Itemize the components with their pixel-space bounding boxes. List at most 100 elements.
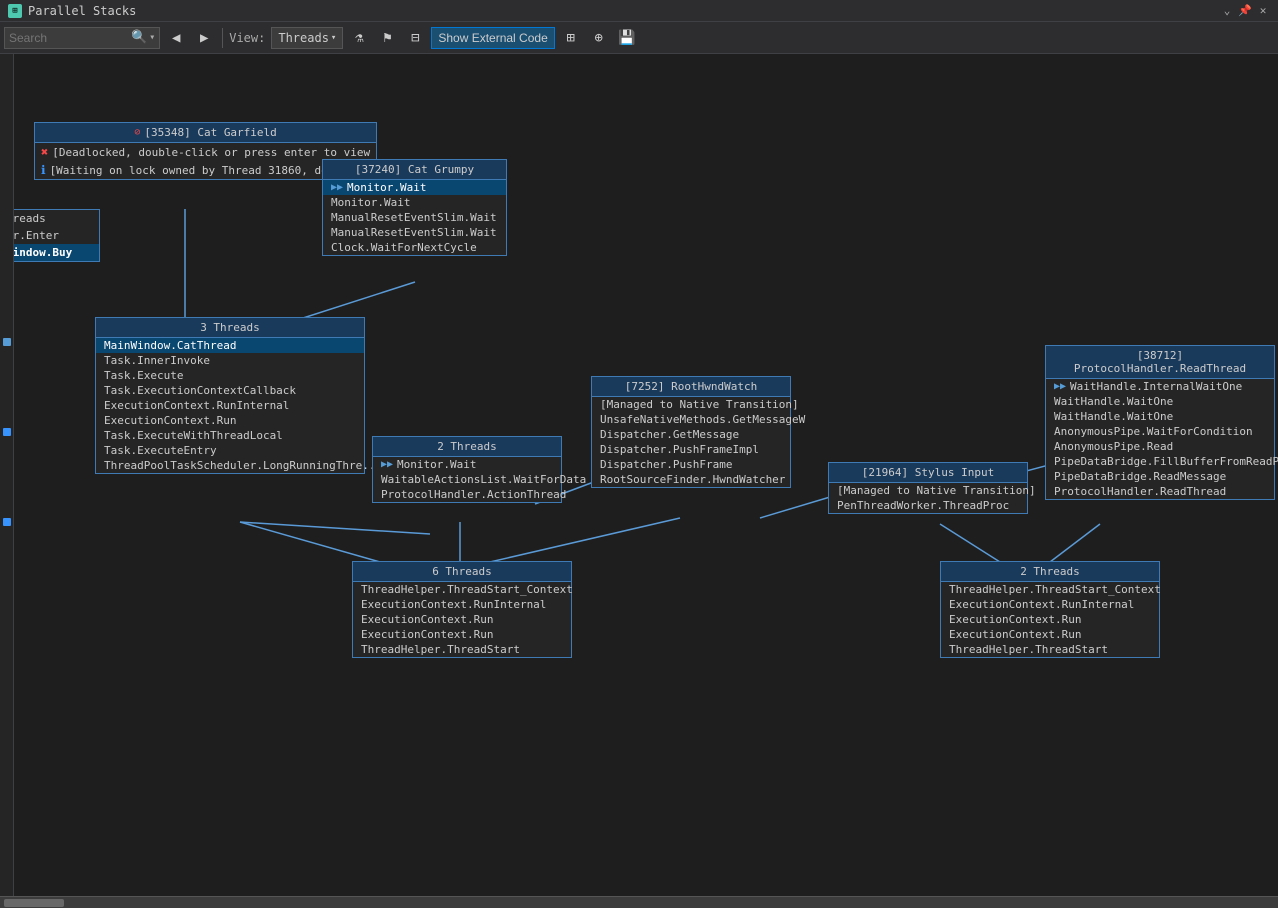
stylus-frame-2: PenThreadWorker.ThreadProc <box>829 498 1027 513</box>
root-hwnd-frame-6: RootSourceFinder.HwndWatcher <box>592 472 790 487</box>
root-hwnd-watch-header: [7252] RootHwndWatch <box>592 377 790 397</box>
title-bar: ⊞ Parallel Stacks ⌄ 📌 ✕ <box>0 0 1278 22</box>
arrow-icon-1: ▶▶ <box>331 182 343 193</box>
three-threads-header: 3 Threads <box>96 318 364 338</box>
search-box[interactable]: 🔍 ▾ <box>4 27 160 49</box>
partial-frame-3: Window.Buy <box>0 244 99 261</box>
two-threads-right-node: 2 Threads ThreadHelper.ThreadStart_Conte… <box>940 561 1160 658</box>
save-icon[interactable]: 💾 <box>615 27 639 49</box>
error-frame-1-text: [Deadlocked, double-click or press enter… <box>52 146 370 159</box>
close-icon[interactable]: ✕ <box>1256 4 1270 18</box>
root-hwnd-frame-1: [Managed to Native Transition] <box>592 397 790 412</box>
root-hwnd-frame-4: Dispatcher.PushFrameImpl <box>592 442 790 457</box>
horizontal-scrollbar[interactable] <box>0 896 1278 908</box>
partial-frame-2: or.Enter <box>0 227 99 244</box>
cat-grumpy-frame-1: ▶▶ Monitor.Wait <box>323 180 506 195</box>
root-hwnd-frame-5: Dispatcher.PushFrame <box>592 457 790 472</box>
separator-1 <box>222 28 223 48</box>
protocol-handler-header: [38712] ProtocolHandler.ReadThread <box>1046 346 1274 379</box>
six-threads-frame-4: ExecutionContext.Run <box>353 627 571 642</box>
show-external-code-label: Show External Code <box>438 31 547 45</box>
six-threads-frame-5: ThreadHelper.ThreadStart <box>353 642 571 657</box>
two-threads-right-frame-1: ThreadHelper.ThreadStart_Context <box>941 582 1159 597</box>
gutter-marker-3 <box>3 518 11 526</box>
protocol-handler-frame-6: PipeDataBridge.FillBufferFromReadPipe <box>1046 454 1274 469</box>
search-input[interactable] <box>9 31 129 45</box>
layout-icon[interactable]: ⊞ <box>559 27 583 49</box>
info-icon-1: ℹ <box>41 163 46 177</box>
stop-icon: ⊘ <box>134 127 140 138</box>
protocol-handler-frame-1-text: WaitHandle.InternalWaitOne <box>1070 380 1242 393</box>
protocol-handler-frame-8: ProtocolHandler.ReadThread <box>1046 484 1274 499</box>
left-partial-node: hreads or.Enter Window.Buy <box>0 209 100 262</box>
three-threads-frame-3: Task.Execute <box>96 368 364 383</box>
error-node-header: ⊘ [35348] Cat Garfield <box>35 123 376 143</box>
root-hwnd-frame-3: Dispatcher.GetMessage <box>592 427 790 442</box>
cat-grumpy-frame-2: Monitor.Wait <box>323 195 506 210</box>
three-threads-frame-4: Task.ExecutionContextCallback <box>96 383 364 398</box>
six-threads-frame-3: ExecutionContext.Run <box>353 612 571 627</box>
two-threads-right-frame-2: ExecutionContext.RunInternal <box>941 597 1159 612</box>
scrollbar-thumb[interactable] <box>4 899 64 907</box>
window-title: Parallel Stacks <box>28 4 1214 18</box>
canvas: hreads or.Enter Window.Buy ⊘ [35348] Cat… <box>0 54 1278 896</box>
filter-icon[interactable]: ⚗ <box>347 27 371 49</box>
toolbar: 🔍 ▾ ◀ ▶ View: Threads ▾ ⚗ ⚑ ⊟ Show Exter… <box>0 22 1278 54</box>
partial-frame-1: hreads <box>0 210 99 227</box>
gutter-marker-1 <box>3 338 11 346</box>
view-dropdown[interactable]: Threads ▾ <box>271 27 343 49</box>
three-threads-frame-2: Task.InnerInvoke <box>96 353 364 368</box>
error-node-title: [35348] Cat Garfield <box>144 126 276 139</box>
three-threads-node: 3 Threads MainWindow.CatThread Task.Inne… <box>95 317 365 474</box>
cat-grumpy-frame-1-text: Monitor.Wait <box>347 181 426 194</box>
app-icon: ⊞ <box>8 4 22 18</box>
show-external-code-button[interactable]: Show External Code <box>431 27 554 49</box>
three-threads-frame-8: Task.ExecuteEntry <box>96 443 364 458</box>
protocol-handler-frame-1: ▶▶ WaitHandle.InternalWaitOne <box>1046 379 1274 394</box>
stylus-input-node: [21964] Stylus Input [Managed to Native … <box>828 462 1028 514</box>
stylus-frame-1: [Managed to Native Transition] <box>829 483 1027 498</box>
root-hwnd-frame-2: UnsafeNativeMethods.GetMessageW <box>592 412 790 427</box>
six-threads-frame-2: ExecutionContext.RunInternal <box>353 597 571 612</box>
flag-icon[interactable]: ⚑ <box>375 27 399 49</box>
left-gutter <box>0 54 14 896</box>
two-threads-right-frame-3: ExecutionContext.Run <box>941 612 1159 627</box>
view-option: Threads <box>278 31 329 45</box>
two-threads-left-node: 2 Threads ▶▶ Monitor.Wait WaitableAction… <box>372 436 562 503</box>
nav-back-button[interactable]: ◀ <box>164 27 188 49</box>
two-threads-left-frame-2: WaitableActionsList.WaitForData <box>373 472 561 487</box>
protocol-handler-frame-7: PipeDataBridge.ReadMessage <box>1046 469 1274 484</box>
three-threads-frame-6: ExecutionContext.Run <box>96 413 364 428</box>
search-dropdown-icon[interactable]: ▾ <box>149 32 155 43</box>
window-controls[interactable]: ⌄ 📌 ✕ <box>1220 4 1270 18</box>
protocol-handler-frame-4: AnonymousPipe.WaitForCondition <box>1046 424 1274 439</box>
view-label: View: <box>229 31 265 45</box>
cat-grumpy-frame-4: ManualResetEventSlim.Wait <box>323 225 506 240</box>
two-threads-right-frame-5: ThreadHelper.ThreadStart <box>941 642 1159 657</box>
two-threads-left-frame-1-text: Monitor.Wait <box>397 458 476 471</box>
six-threads-node: 6 Threads ThreadHelper.ThreadStart_Conte… <box>352 561 572 658</box>
cat-grumpy-node: [37240] Cat Grumpy ▶▶ Monitor.Wait Monit… <box>322 159 507 256</box>
chevron-down-icon: ▾ <box>331 33 336 43</box>
three-threads-frame-1: MainWindow.CatThread <box>96 338 364 353</box>
search-icon[interactable]: 🔍 <box>131 30 147 45</box>
six-threads-header: 6 Threads <box>353 562 571 582</box>
stylus-input-header: [21964] Stylus Input <box>829 463 1027 483</box>
protocol-handler-frame-2: WaitHandle.WaitOne <box>1046 394 1274 409</box>
pin-icon[interactable]: 📌 <box>1238 4 1252 18</box>
dropdown-control-icon[interactable]: ⌄ <box>1220 4 1234 18</box>
search-alt-icon[interactable]: ⊕ <box>587 27 611 49</box>
gutter-marker-2 <box>3 428 11 436</box>
root-hwnd-watch-node: [7252] RootHwndWatch [Managed to Native … <box>591 376 791 488</box>
protocol-handler-node: [38712] ProtocolHandler.ReadThread ▶▶ Wa… <box>1045 345 1275 500</box>
arrow-icon-3: ▶▶ <box>1054 381 1066 392</box>
toggle-view-icon[interactable]: ⊟ <box>403 27 427 49</box>
three-threads-frame-5: ExecutionContext.RunInternal <box>96 398 364 413</box>
nav-forward-button[interactable]: ▶ <box>192 27 216 49</box>
three-threads-frame-9: ThreadPoolTaskScheduler.LongRunningThre.… <box>96 458 364 473</box>
two-threads-left-frame-1: ▶▶ Monitor.Wait <box>373 457 561 472</box>
error-icon-1: ✖ <box>41 145 48 159</box>
protocol-handler-frame-3: WaitHandle.WaitOne <box>1046 409 1274 424</box>
protocol-handler-frame-5: AnonymousPipe.Read <box>1046 439 1274 454</box>
cat-grumpy-frame-3: ManualResetEventSlim.Wait <box>323 210 506 225</box>
